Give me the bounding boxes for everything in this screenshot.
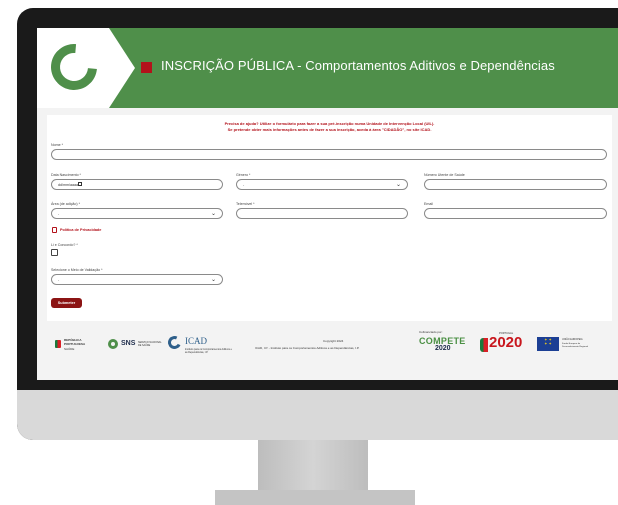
area-label: Área (de adição) * bbox=[51, 202, 80, 206]
validation-select[interactable]: - ⌄ bbox=[51, 274, 223, 285]
document-icon bbox=[52, 227, 57, 233]
portugal2020-flag-icon bbox=[480, 338, 488, 352]
validation-label: Selecione o Meio de Validação * bbox=[51, 268, 103, 272]
header-arrow-shape bbox=[109, 28, 135, 108]
consent-checkbox[interactable] bbox=[51, 249, 58, 256]
chevron-down-icon: ⌄ bbox=[210, 211, 216, 217]
nome-input[interactable] bbox=[51, 149, 607, 160]
eu-text: UNIÃO EUROPEIA bbox=[562, 338, 583, 341]
monitor-chin bbox=[17, 390, 618, 440]
chevron-down-icon: ⌄ bbox=[395, 182, 401, 188]
cofinanciado-text: Cofinanciado por: bbox=[419, 330, 443, 334]
consent-label: Li e Concordo? * bbox=[51, 243, 78, 247]
scene: INSCRIÇÃO PÚBLICA - Comportamentos Aditi… bbox=[0, 0, 618, 505]
sns-sub: SERVIÇO NACIONAL DE SAÚDE bbox=[138, 341, 162, 347]
nascimento-date-input[interactable]: dd/mm/aaaa bbox=[51, 179, 223, 190]
help-line-2: Se pretende obter mais informações antes… bbox=[227, 127, 432, 132]
icad-logo-text: ICAD bbox=[185, 336, 207, 346]
eu-sub: Fundo Europeu de Desenvolvimento Regiona… bbox=[562, 343, 589, 348]
page-title: INSCRIÇÃO PÚBLICA - Comportamentos Aditi… bbox=[161, 58, 555, 73]
icad-sub: Instituto para os Comportamentos Aditivo… bbox=[185, 348, 232, 354]
sns-logo-icon bbox=[108, 339, 118, 349]
email-label: Email bbox=[424, 202, 433, 206]
genero-label: Género * bbox=[236, 173, 251, 177]
privacy-policy-link[interactable]: Política de Privacidade bbox=[60, 228, 101, 232]
validation-value: - bbox=[58, 278, 60, 282]
help-text: Precisa de ajuda? Utilize o formulário p… bbox=[47, 121, 612, 133]
nome-label: Nome * bbox=[51, 143, 63, 147]
nascimento-value: dd/mm/aaaa bbox=[58, 183, 78, 187]
calendar-icon[interactable] bbox=[78, 182, 82, 186]
submit-button[interactable]: Submeter bbox=[51, 298, 82, 308]
form-card: Precisa de ajuda? Utilize o formulário p… bbox=[47, 115, 612, 321]
portugal-year: 2020 bbox=[489, 334, 523, 351]
icad-footer-logo-icon bbox=[166, 334, 183, 351]
republica-sub: SAÚDE bbox=[64, 347, 75, 351]
telemovel-input[interactable] bbox=[236, 208, 408, 219]
area-value: - bbox=[58, 212, 60, 216]
chevron-down-icon: ⌄ bbox=[210, 277, 216, 283]
email-input[interactable] bbox=[424, 208, 607, 219]
copyright-sub: ICAD, I.P. - Instituto para os Comportam… bbox=[255, 346, 360, 350]
portugal-flag-icon bbox=[55, 340, 61, 348]
sns-logo-text: SNS bbox=[121, 340, 136, 347]
utente-input[interactable] bbox=[424, 179, 607, 190]
monitor-stand-base bbox=[215, 490, 415, 505]
republica-logo-text: REPÚBLICA PORTUGUESA bbox=[64, 338, 86, 346]
page-header: INSCRIÇÃO PÚBLICA - Comportamentos Aditi… bbox=[37, 28, 618, 108]
utente-label: Número Utente de Saúde bbox=[424, 173, 465, 177]
screen: INSCRIÇÃO PÚBLICA - Comportamentos Aditi… bbox=[37, 28, 618, 380]
compete-year: 2020 bbox=[435, 345, 451, 352]
genero-select[interactable]: - ⌄ bbox=[236, 179, 408, 190]
nascimento-label: Data Nascimento * bbox=[51, 173, 81, 177]
telemovel-label: Telemóvel * bbox=[236, 202, 255, 206]
monitor: INSCRIÇÃO PÚBLICA - Comportamentos Aditi… bbox=[17, 8, 618, 440]
title-marker-icon bbox=[141, 62, 152, 73]
page-footer: REPÚBLICA PORTUGUESA SAÚDE SNS SERVIÇO N… bbox=[37, 324, 618, 380]
eu-stars-icon: ✦ ✦ ✦ ✦ bbox=[544, 337, 552, 346]
monitor-stand-neck bbox=[258, 440, 368, 496]
area-select[interactable]: - ⌄ bbox=[51, 208, 223, 219]
genero-value: - bbox=[243, 183, 245, 187]
copyright: Copyright 2024 bbox=[323, 339, 344, 343]
